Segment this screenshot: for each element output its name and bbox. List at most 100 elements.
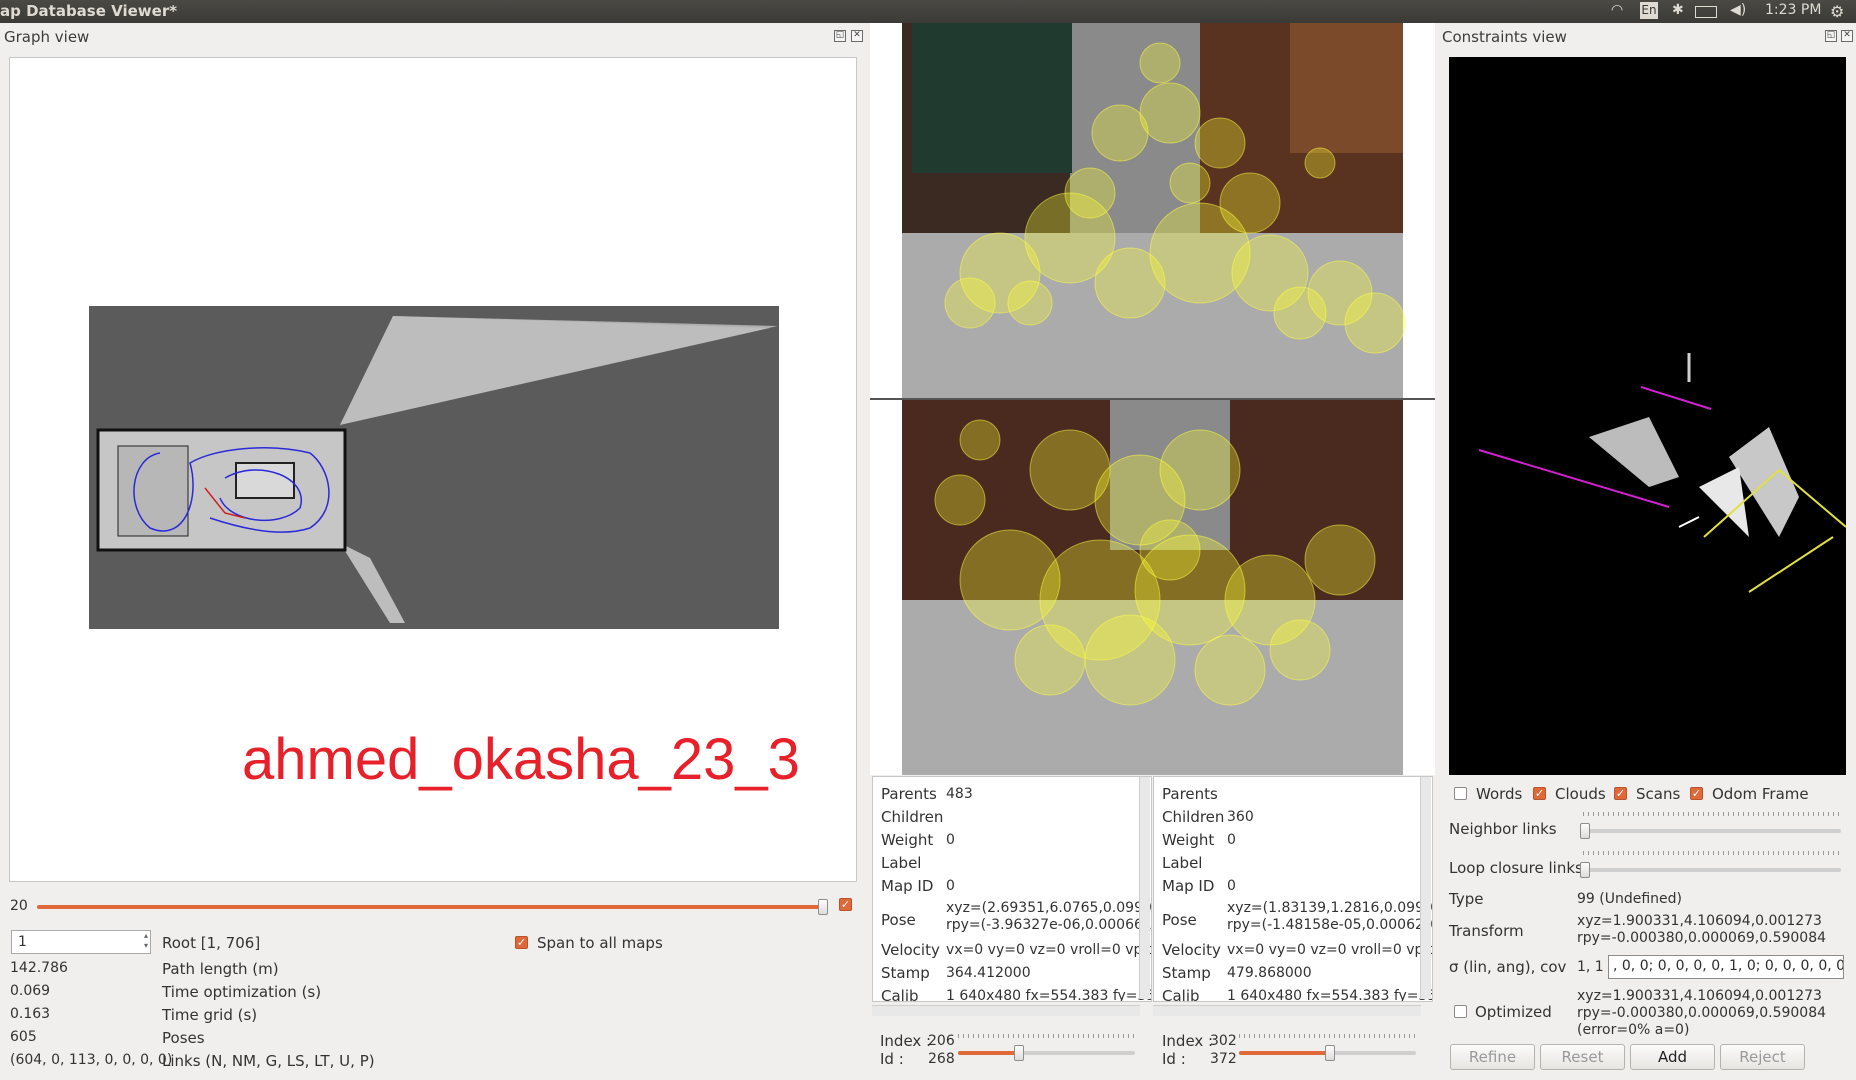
covariance-field[interactable]: , 0, 0; 0, 0, 0, 0, 1, 0; 0, 0, 0, 0, 0,… <box>1608 955 1844 979</box>
velocity-value: vx=0 vy=0 vz=0 vroll=0 vpitch <box>1227 942 1433 958</box>
stat-label: Path length (m) <box>162 960 279 978</box>
stat-value: 605 <box>10 1029 37 1045</box>
mapid-label: Map ID <box>881 877 934 895</box>
stamp-value: 364.412000 <box>946 965 1031 981</box>
node-b-slider-handle[interactable] <box>1325 1045 1335 1061</box>
stat-label: Poses <box>162 1029 205 1047</box>
graph-view-title: Graph view <box>4 28 90 46</box>
loop-links-label: Loop closure links <box>1449 859 1583 877</box>
pose-label: Pose <box>881 911 916 929</box>
neighbor-ticks <box>1583 812 1841 816</box>
type-value: 99 (Undefined) <box>1577 891 1682 907</box>
node-a-slider[interactable] <box>958 1051 1135 1055</box>
neighbor-links-label: Neighbor links <box>1449 820 1557 838</box>
mapid-value: 0 <box>1227 878 1236 894</box>
sigma-label: σ (lin, ang), cov <box>1449 958 1567 976</box>
node-b-vscroll[interactable] <box>1420 777 1431 999</box>
stat-label: Links (N, NM, G, LS, LT, U, P) <box>162 1052 375 1070</box>
float-dock-icon[interactable]: ◱ <box>834 30 846 42</box>
clock[interactable]: 1:23 PM <box>1765 2 1821 18</box>
watermark-text: ahmed_okasha_23_3 <box>242 727 800 792</box>
image-divider <box>870 398 1435 400</box>
node-a-info: Parents 483 Children Weight 0 Label Map … <box>872 776 1152 1002</box>
node-b-info: Parents Children 360 Weight 0 Label Map … <box>1153 776 1433 1002</box>
optimized-error: (error=0% a=0) <box>1577 1022 1690 1038</box>
pose-label: Pose <box>1162 911 1197 929</box>
volume-icon[interactable]: ◀) <box>1730 2 1746 18</box>
calib-value: 1 640x480 fx=554.383 fy=55 <box>1227 988 1433 1002</box>
parents-label: Parents <box>1162 785 1218 803</box>
image-view-bottom[interactable] <box>870 400 1435 775</box>
children-label: Children <box>1162 808 1225 826</box>
keyboard-indicator[interactable]: En <box>1640 2 1658 19</box>
pose-xyz: xyz=(1.83139,1.2816,0.099999 <box>1227 900 1433 916</box>
transform-label: Transform <box>1449 922 1524 940</box>
velocity-value: vx=0 vy=0 vz=0 vroll=0 vpitch <box>946 942 1152 958</box>
stat-value: (604, 0, 113, 0, 0, 0, 0) <box>10 1052 173 1068</box>
node-a-slider-fill <box>958 1051 1018 1055</box>
node-a-id-value: 268 <box>928 1051 955 1067</box>
bluetooth-icon[interactable]: ✱ <box>1672 2 1684 18</box>
stat-label: Time grid (s) <box>162 1006 258 1024</box>
constraints-view-title: Constraints view <box>1442 28 1567 46</box>
children-value: 360 <box>1227 809 1254 825</box>
spinbox-arrows-icon[interactable]: ▴ ▾ <box>144 931 148 951</box>
node-b-slider-fill <box>1239 1051 1329 1055</box>
battery-icon[interactable] <box>1695 6 1717 18</box>
settings-gear-icon[interactable]: ⚙ <box>1830 2 1844 21</box>
loop-slider-handle[interactable] <box>1580 862 1590 878</box>
close-dock-icon[interactable]: ✕ <box>851 30 863 42</box>
constraints-3d-view[interactable] <box>1449 57 1846 775</box>
pose-rpy: rpy=(-1.48158e-05,0.0006207 <box>1227 917 1433 933</box>
label-label: Label <box>881 854 922 872</box>
stat-label: Time optimization (s) <box>162 983 322 1001</box>
image-view-top[interactable] <box>870 23 1435 398</box>
reject-button[interactable]: Reject <box>1720 1044 1805 1070</box>
node-a-vscroll[interactable] <box>1139 777 1150 999</box>
graph-slider[interactable] <box>37 905 825 909</box>
weight-value: 0 <box>946 832 955 848</box>
loop-closure-slider[interactable] <box>1583 868 1841 872</box>
reset-button[interactable]: Reset <box>1540 1044 1625 1070</box>
graph-slider-handle[interactable] <box>818 899 828 915</box>
stamp-value: 479.868000 <box>1227 965 1312 981</box>
node-b-id-label: Id : <box>1162 1050 1186 1068</box>
node-a-hscroll[interactable] <box>872 1005 1140 1016</box>
refine-button[interactable]: Refine <box>1450 1044 1535 1070</box>
close-dock-icon[interactable]: ✕ <box>1841 30 1853 42</box>
odom-frame-checkbox[interactable] <box>1690 787 1703 800</box>
transform-rpy: rpy=-0.000380,0.000069,0.590084 <box>1577 930 1827 946</box>
wifi-icon[interactable]: ◠ <box>1611 2 1623 18</box>
words-checkbox[interactable] <box>1454 787 1467 800</box>
neighbor-slider-handle[interactable] <box>1580 823 1590 839</box>
node-a-index-label: Index : <box>880 1032 932 1050</box>
node-b-hscroll[interactable] <box>1153 1005 1421 1016</box>
span-maps-checkbox[interactable] <box>515 936 528 949</box>
words-label: Words <box>1476 785 1523 803</box>
node-a-slider-handle[interactable] <box>1014 1045 1024 1061</box>
stamp-label: Stamp <box>881 964 930 982</box>
node-a-slider-ticks <box>958 1034 1135 1038</box>
slider-value: 20 <box>10 898 28 914</box>
velocity-label: Velocity <box>881 941 940 959</box>
scans-checkbox[interactable] <box>1614 787 1627 800</box>
top-bar: ap Database Viewer* ◠ En ✱ ◀) 1:23 PM ⚙ <box>0 0 1856 23</box>
stat-value: 0.069 <box>10 983 51 999</box>
calib-label: Calib <box>881 987 919 1002</box>
float-dock-icon[interactable]: ◱ <box>1825 30 1837 42</box>
add-button[interactable]: Add <box>1630 1044 1715 1070</box>
root-label: Root [1, 706] <box>162 934 261 952</box>
weight-label: Weight <box>881 831 934 849</box>
optimized-xyz: xyz=1.900331,4.106094,0.001273 <box>1577 988 1822 1004</box>
id-spinbox[interactable]: 1 ▴ ▾ <box>11 930 151 954</box>
optimized-label: Optimized <box>1475 1003 1552 1021</box>
graph-canvas[interactable]: ahmed_okasha_23_3 <box>9 57 857 882</box>
optimized-checkbox[interactable] <box>1454 1005 1467 1018</box>
graph-slider-checkbox[interactable] <box>839 898 852 911</box>
sigma-value: 1, 1 <box>1577 959 1604 975</box>
node-b-index-label: Index : <box>1162 1032 1214 1050</box>
spinbox-value: 1 <box>18 934 27 950</box>
clouds-checkbox[interactable] <box>1533 787 1546 800</box>
neighbor-links-slider[interactable] <box>1583 829 1841 833</box>
node-a-id-label: Id : <box>880 1050 904 1068</box>
